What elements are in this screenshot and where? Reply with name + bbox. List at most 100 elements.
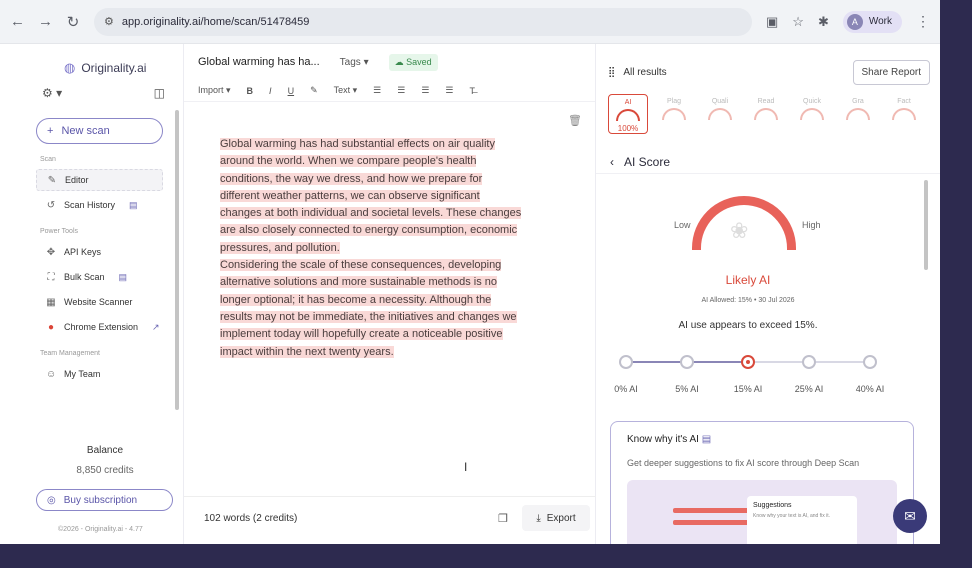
text-line: alternative solutions and more sustainab… <box>220 276 497 289</box>
import-dropdown[interactable]: Import ▾ <box>198 85 231 96</box>
result-tab[interactable]: Quick <box>792 94 832 134</box>
collapse-sidebar-icon[interactable]: ◫ <box>154 86 165 108</box>
result-tab[interactable]: Read <box>746 94 786 134</box>
threshold-stop[interactable] <box>802 355 816 369</box>
team-icon: ☺ <box>46 368 57 380</box>
bulk-scan-icon: ⛶ <box>47 271 55 283</box>
saved-badge: ☁ Saved <box>388 53 438 71</box>
install-icon[interactable]: ▣ <box>766 14 778 30</box>
reload-icon[interactable]: ↻ <box>66 13 80 31</box>
sidebar-item-website-scanner[interactable]: ▦ Website Scanner <box>36 291 163 313</box>
document-text[interactable]: Global warming has had substantial effec… <box>220 136 540 361</box>
section-label-power-tools: Power Tools <box>40 228 79 235</box>
threshold-stop[interactable] <box>863 355 877 369</box>
buy-subscription-button[interactable]: ◎ Buy subscription <box>36 489 173 511</box>
logo[interactable]: ◍ Originality.ai <box>0 44 183 80</box>
logo-mark-icon: ◍ <box>64 60 76 75</box>
know-why-title: Know why it's AI ▤ <box>627 434 913 445</box>
sidebar-item-label: Website Scanner <box>64 297 133 307</box>
history-icon: ↺ <box>46 199 56 211</box>
export-button[interactable]: ⤓ Export <box>522 505 590 531</box>
sidebar-item-scan-history[interactable]: ↺ Scan History ▤ <box>36 194 163 216</box>
tags-label: Tags <box>339 56 361 68</box>
download-icon: ⤓ <box>536 512 541 524</box>
result-tab[interactable]: AI 100% <box>608 94 648 134</box>
preview-bar <box>673 508 749 513</box>
mini-gauge-arc <box>800 108 824 120</box>
profile-name: Work <box>868 16 892 27</box>
know-why-card[interactable]: Know why it's AI ▤ Get deeper suggestion… <box>610 421 914 544</box>
result-tab-label: Plag <box>666 98 681 105</box>
bold-icon[interactable]: B <box>247 86 254 96</box>
share-report-button[interactable]: Share Report <box>852 59 930 85</box>
highlight-pen-icon[interactable]: ✎ <box>310 85 318 96</box>
results-scrollbar[interactable] <box>924 180 928 270</box>
address-bar[interactable]: ⚙ app.originality.ai/home/scan/51478459 <box>94 7 752 36</box>
result-tab[interactable]: Fact <box>884 94 924 134</box>
text-line: impact within the next twenty years. <box>220 345 394 358</box>
result-tab-label: Gra <box>852 98 864 105</box>
ai-score-title: AI Score <box>624 154 671 169</box>
sidebar-scrollbar[interactable] <box>175 110 179 410</box>
underline-icon[interactable]: U <box>288 86 295 96</box>
database-icon: ◎ <box>47 494 56 506</box>
align-left-icon[interactable]: ☰ <box>373 85 381 96</box>
new-scan-label: New scan <box>61 125 110 137</box>
align-center-icon[interactable]: ☰ <box>397 85 405 96</box>
back-icon[interactable]: ← <box>10 13 25 30</box>
balance: Balance 8,850 credits <box>30 445 180 476</box>
external-link-icon: ↗ <box>152 321 160 332</box>
new-scan-button[interactable]: + New scan <box>36 118 163 144</box>
ai-score-header[interactable]: ‹ AI Score <box>596 138 940 174</box>
document-title[interactable]: Global warming has ha... <box>198 56 320 68</box>
profile-chip[interactable]: A Work <box>842 10 902 33</box>
sidebar-item-label: Chrome Extension <box>64 322 139 332</box>
settings-gear-icon[interactable]: ⚙ ▾ <box>42 86 62 108</box>
align-right-icon[interactable]: ☰ <box>421 85 429 96</box>
sidebar-item-api-keys[interactable]: ✥ API Keys <box>36 241 163 263</box>
text-line: results may not be immediate, the initia… <box>220 310 517 323</box>
chevron-left-icon[interactable]: ‹ <box>610 155 614 169</box>
export-label: Export <box>546 512 576 524</box>
text-line: pressures, and pollution. <box>220 241 340 254</box>
tags-dropdown[interactable]: Tags ▾ <box>340 57 369 68</box>
threshold-stop[interactable] <box>680 355 694 369</box>
text-style-dropdown[interactable]: Text ▾ <box>334 85 358 96</box>
browser-menu-icon[interactable]: ⋮ <box>916 13 930 30</box>
threshold-stop[interactable] <box>619 355 633 369</box>
result-tab[interactable]: Plag <box>654 94 694 134</box>
text-line: conditions, the way we dress, and how we… <box>220 172 483 185</box>
buy-label: Buy subscription <box>63 494 138 506</box>
sidebar-item-chrome-extension[interactable]: ● Chrome Extension ↗ <box>36 316 163 338</box>
italic-icon[interactable]: I <box>269 86 272 96</box>
threshold-stop[interactable] <box>741 355 755 369</box>
all-results-label: All results <box>623 66 667 78</box>
exceed-notice: AI use appears to exceed 15%. <box>678 320 818 331</box>
extensions-icon[interactable]: ✱ <box>818 14 829 30</box>
trash-icon[interactable]: 🗑 <box>568 114 582 127</box>
sidebar-item-label: Scan History <box>64 200 116 210</box>
clear-format-icon[interactable]: T̶ <box>469 86 475 96</box>
mini-gauge-arc <box>662 108 686 120</box>
suggestions-title: Suggestions <box>753 502 792 509</box>
forward-icon[interactable]: → <box>38 13 53 30</box>
site-settings-icon[interactable]: ⚙ <box>104 15 114 28</box>
mini-gauge-arc <box>708 108 732 120</box>
copyright: ©2026 - Originality.ai - 4.77 <box>58 526 143 533</box>
bookmark-star-icon[interactable]: ☆ <box>792 14 804 30</box>
result-tab[interactable]: Gra <box>838 94 878 134</box>
sidebar-item-my-team[interactable]: ☺ My Team <box>36 363 163 385</box>
result-tab[interactable]: Quali <box>700 94 740 134</box>
text-line: changes at both individual and societal … <box>220 207 522 220</box>
sidebar-item-editor[interactable]: ✎ Editor <box>36 169 163 191</box>
result-tab-label: AI <box>624 99 632 106</box>
align-justify-icon[interactable]: ☰ <box>445 85 453 96</box>
avatar: A <box>846 13 863 30</box>
copy-icon[interactable]: ❐ <box>498 512 508 525</box>
saved-label: Saved <box>406 56 432 67</box>
threshold-stop-label: 5% AI <box>675 384 699 394</box>
mini-gauge-arc <box>846 108 870 120</box>
all-results-toggle[interactable]: ⣿ All results <box>608 67 667 78</box>
chat-bubble-icon[interactable]: ✉ <box>893 499 927 533</box>
sidebar-item-bulk-scan[interactable]: ⛶ Bulk Scan ▤ <box>36 266 163 288</box>
